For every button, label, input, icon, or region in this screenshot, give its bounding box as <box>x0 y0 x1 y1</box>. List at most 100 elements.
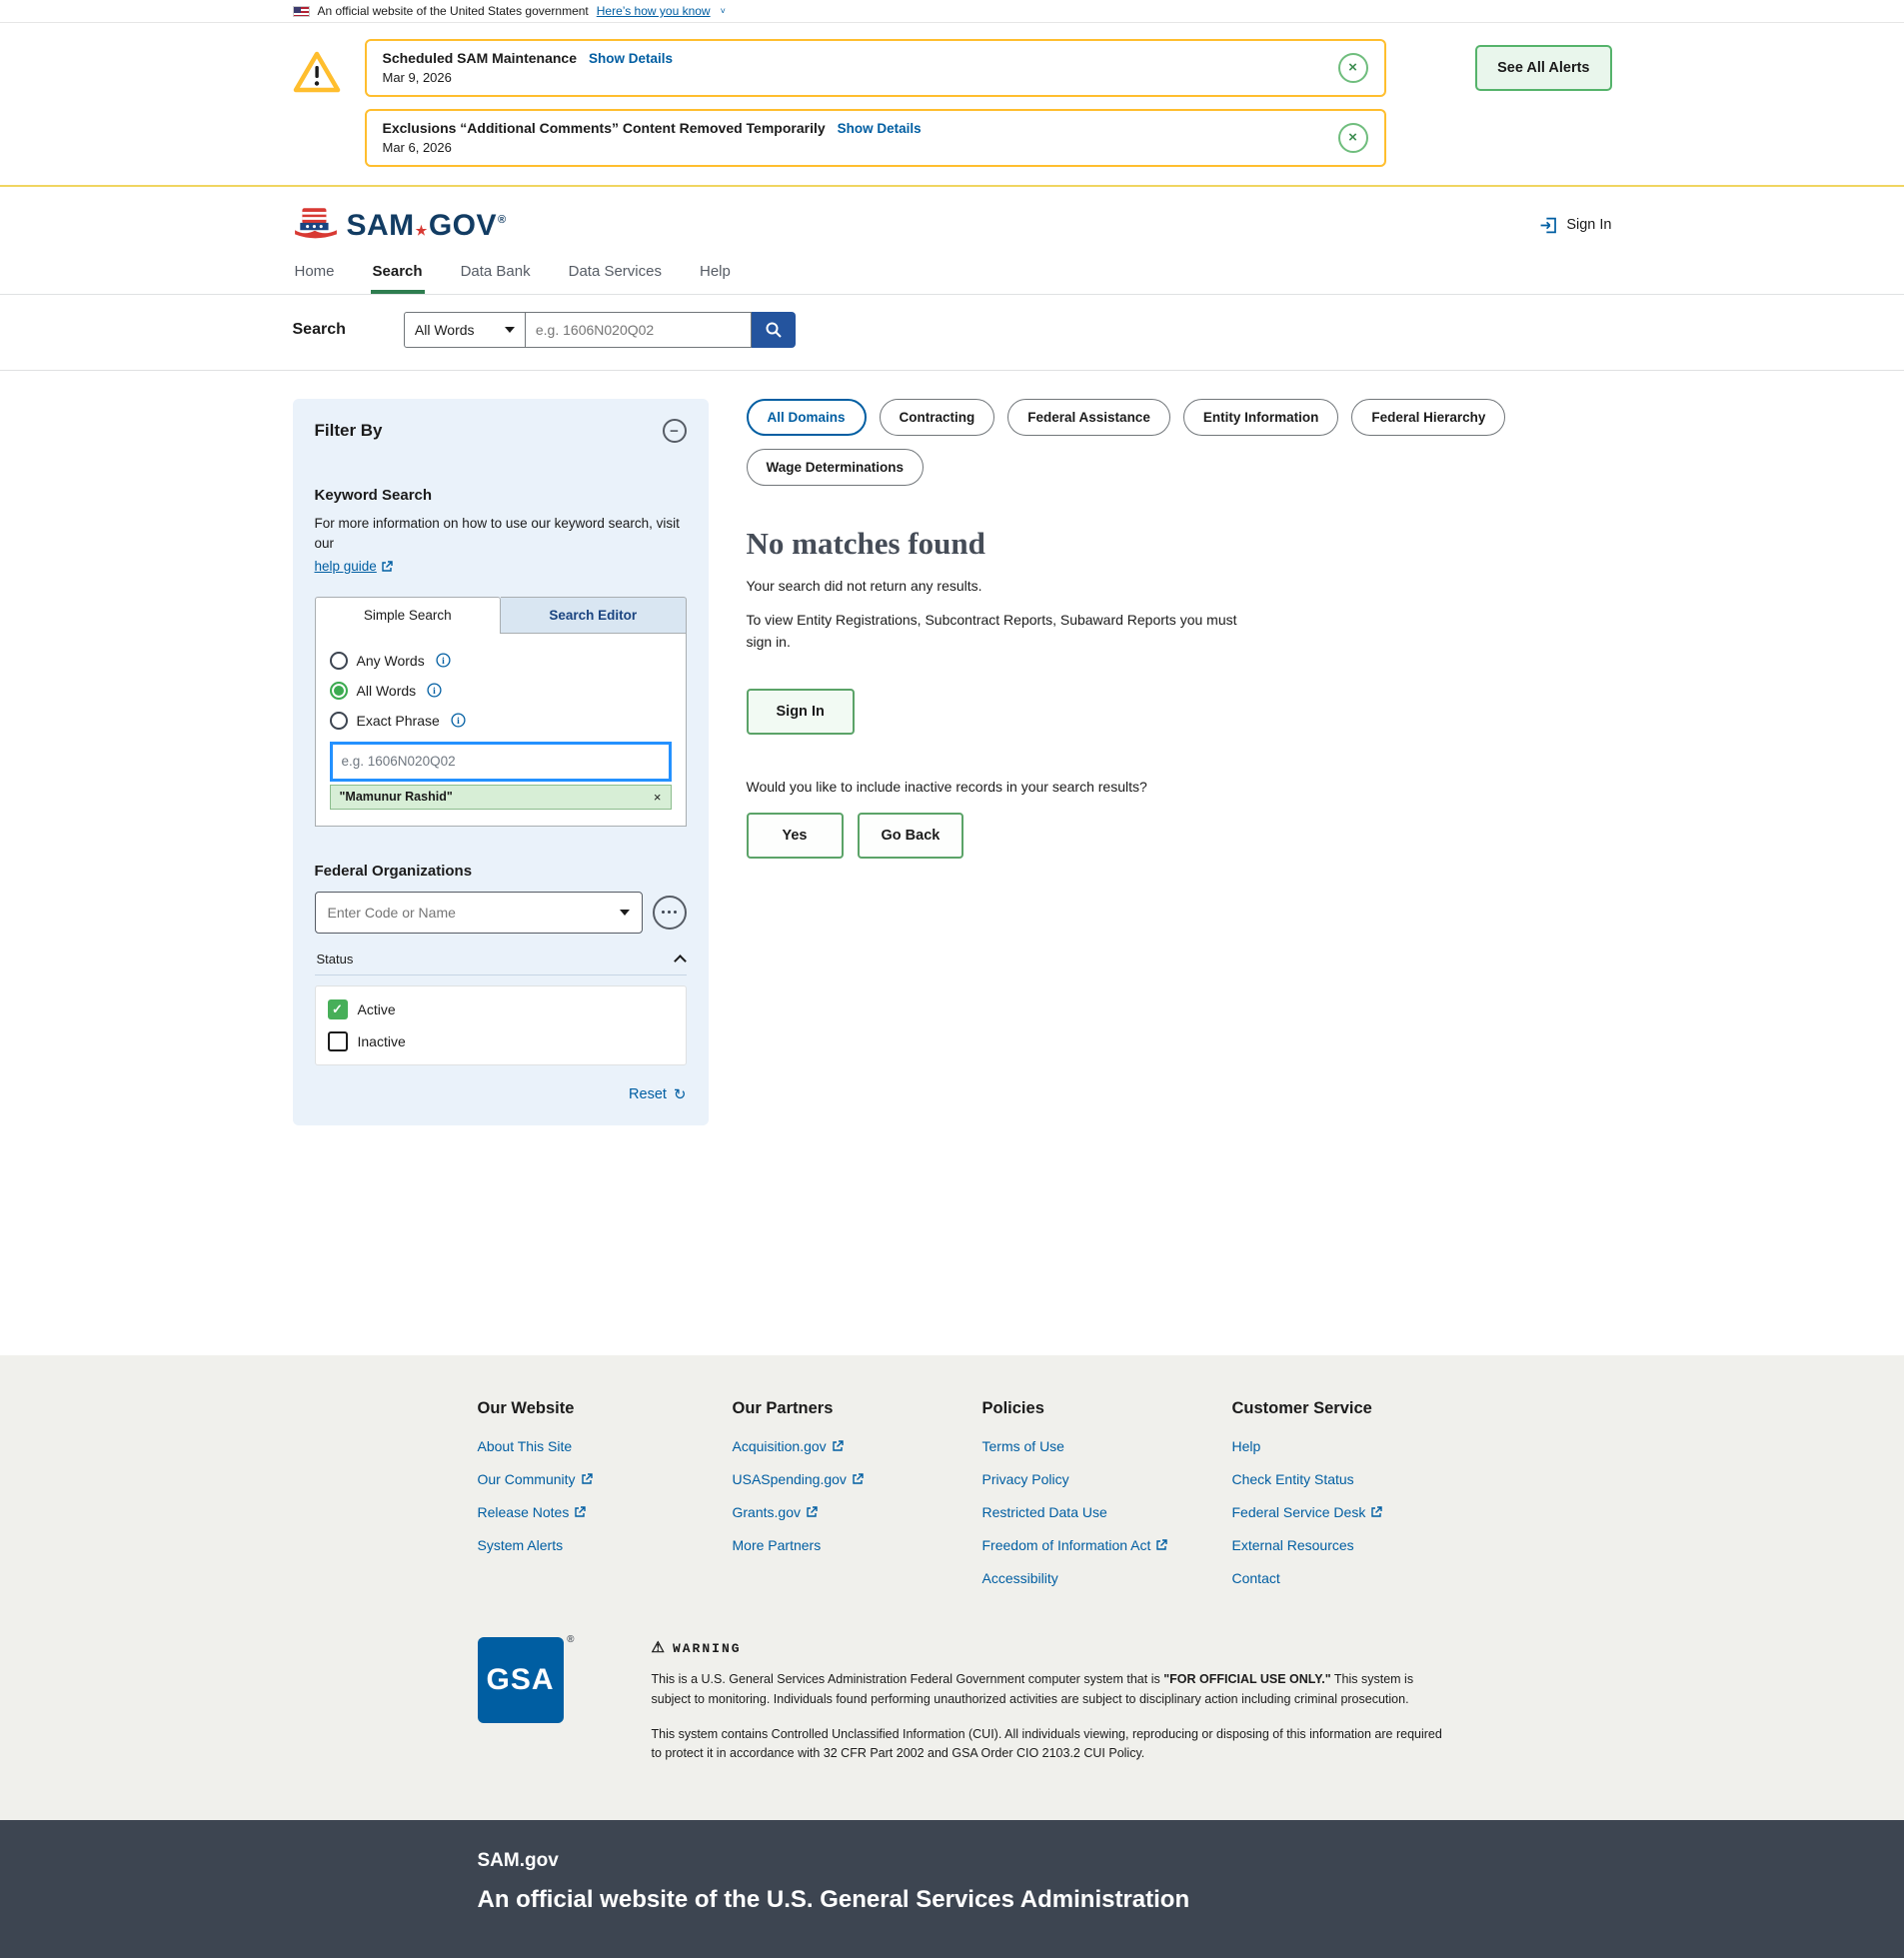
status-options: ✓ Active Inactive <box>315 985 687 1065</box>
footer-official-statement: An official website of the U.S. General … <box>478 1886 1612 1914</box>
keyword-tag-label: "Mamunur Rashid" <box>340 790 453 804</box>
federal-organizations-select[interactable]: Enter Code or Name <box>315 892 643 934</box>
footer-link-foia[interactable]: Freedom of Information Act <box>982 1537 1232 1553</box>
uncle-sam-hat-icon <box>293 207 339 243</box>
footer-link-federal-service-desk[interactable]: Federal Service Desk <box>1232 1504 1612 1520</box>
collapse-filters-button[interactable]: − <box>663 419 687 443</box>
info-icon[interactable]: i <box>451 713 466 728</box>
main-content: Filter By − Keyword Search For more info… <box>293 371 1612 1355</box>
footer-link-acquisition-gov[interactable]: Acquisition.gov <box>733 1438 982 1454</box>
footer-link-restricted-data-use[interactable]: Restricted Data Use <box>982 1504 1232 1520</box>
external-link-icon <box>381 561 393 573</box>
radio-icon <box>330 712 348 730</box>
footer-link-contact[interactable]: Contact <box>1232 1570 1612 1586</box>
go-back-button[interactable]: Go Back <box>858 813 964 859</box>
info-icon[interactable]: i <box>427 683 442 698</box>
close-alert-button[interactable]: × <box>1338 53 1368 83</box>
domain-pill-entity-information[interactable]: Entity Information <box>1183 399 1339 436</box>
footer-link-terms-of-use[interactable]: Terms of Use <box>982 1438 1232 1454</box>
search-band-label: Search <box>293 321 346 339</box>
domain-pill-federal-hierarchy[interactable]: Federal Hierarchy <box>1351 399 1505 436</box>
footer-link-usaspending-gov[interactable]: USASpending.gov <box>733 1471 982 1487</box>
gsa-logo: GSA ® <box>478 1637 564 1723</box>
footer-link-accessibility[interactable]: Accessibility <box>982 1570 1232 1586</box>
footer-column-heading: Our Website <box>478 1399 733 1418</box>
domain-pill-federal-assistance[interactable]: Federal Assistance <box>1007 399 1170 436</box>
radio-exact-phrase[interactable]: Exact Phrase i <box>330 712 672 730</box>
alert-date: Mar 6, 2026 <box>383 140 922 155</box>
radio-all-words[interactable]: All Words i <box>330 682 672 700</box>
search-icon <box>765 321 783 339</box>
footer-link-our-community[interactable]: Our Community <box>478 1471 733 1487</box>
reset-filters-link[interactable]: Reset <box>629 1086 667 1102</box>
include-inactive-question: Would you like to include inactive recor… <box>747 779 1612 795</box>
keyword-search-card: Any Words i All Words i Exact Phrase <box>315 634 687 827</box>
keyword-search-tabs: Simple Search Search Editor <box>315 597 687 634</box>
status-active-option[interactable]: ✓ Active <box>328 999 674 1019</box>
see-all-alerts-button[interactable]: See All Alerts <box>1475 45 1611 91</box>
nav-item-help[interactable]: Help <box>698 257 733 294</box>
alert-item: Scheduled SAM Maintenance Show Details M… <box>365 39 1386 97</box>
nav-item-data-services[interactable]: Data Services <box>567 257 664 294</box>
footer-link-release-notes[interactable]: Release Notes <box>478 1504 733 1520</box>
system-warning: ⚠ WARNING This is a U.S. General Service… <box>652 1637 1451 1764</box>
show-details-link[interactable]: Show Details <box>589 51 673 66</box>
chevron-down-icon: ˅ <box>721 6 726 16</box>
brand-sam: SAM <box>347 209 415 243</box>
header-sign-in-link[interactable]: Sign In <box>1539 216 1611 235</box>
footer-link-system-alerts[interactable]: System Alerts <box>478 1537 733 1553</box>
footer-link-check-entity-status[interactable]: Check Entity Status <box>1232 1471 1612 1487</box>
how-you-know-link[interactable]: Here’s how you know <box>597 4 711 18</box>
keyword-search-input[interactable] <box>330 742 672 782</box>
sam-gov-logo[interactable]: SAM★GOV® <box>293 207 507 243</box>
warning-triangle-icon <box>293 51 341 93</box>
footer-link-help[interactable]: Help <box>1232 1438 1612 1454</box>
search-band: Search All Words <box>0 295 1904 371</box>
tab-simple-search[interactable]: Simple Search <box>315 597 502 634</box>
global-search-input[interactable] <box>526 312 752 348</box>
filter-panel: Filter By − Keyword Search For more info… <box>293 399 709 1125</box>
nav-item-search[interactable]: Search <box>371 257 425 294</box>
sign-in-label: Sign In <box>1566 217 1611 233</box>
footer-link-privacy-policy[interactable]: Privacy Policy <box>982 1471 1232 1487</box>
radio-any-words[interactable]: Any Words i <box>330 652 672 670</box>
domain-pill-all-domains[interactable]: All Domains <box>747 399 867 436</box>
radio-icon <box>330 652 348 670</box>
radio-selected-icon <box>330 682 348 700</box>
external-link-icon <box>852 1473 864 1485</box>
remove-keyword-tag-button[interactable]: × <box>654 790 662 805</box>
svg-text:i: i <box>442 657 445 667</box>
status-inactive-label: Inactive <box>358 1033 406 1049</box>
external-link-icon <box>581 1473 593 1485</box>
search-submit-button[interactable] <box>752 312 796 348</box>
more-options-button[interactable] <box>653 896 687 930</box>
radio-exact-phrase-label: Exact Phrase <box>357 713 440 729</box>
domain-pill-wage-determinations[interactable]: Wage Determinations <box>747 449 925 486</box>
domain-pill-contracting[interactable]: Contracting <box>880 399 995 436</box>
search-mode-select[interactable]: All Words <box>404 312 526 348</box>
help-guide-link[interactable]: help guide <box>315 557 393 577</box>
info-icon[interactable]: i <box>436 653 451 668</box>
results-sign-in-button[interactable]: Sign In <box>747 689 855 735</box>
search-mode-value: All Words <box>415 322 475 338</box>
nav-item-data-bank[interactable]: Data Bank <box>459 257 533 294</box>
svg-text:i: i <box>457 717 460 727</box>
status-inactive-option[interactable]: Inactive <box>328 1031 674 1051</box>
keyword-search-heading: Keyword Search <box>315 487 687 504</box>
footer-link-about-this-site[interactable]: About This Site <box>478 1438 733 1454</box>
status-heading: Status <box>317 952 354 967</box>
yes-button[interactable]: Yes <box>747 813 844 859</box>
nav-item-home[interactable]: Home <box>293 257 337 294</box>
footer-link-more-partners[interactable]: More Partners <box>733 1537 982 1553</box>
footer-link-external-resources[interactable]: External Resources <box>1232 1537 1612 1553</box>
status-section-toggle[interactable]: Status <box>315 952 687 976</box>
tab-search-editor[interactable]: Search Editor <box>501 597 687 634</box>
warning-title: WARNING <box>673 1639 742 1659</box>
site-footer: Our Website About This Site Our Communit… <box>0 1355 1904 1820</box>
footer-link-grants-gov[interactable]: Grants.gov <box>733 1504 982 1520</box>
close-alert-button[interactable]: × <box>1338 123 1368 153</box>
alert-date: Mar 9, 2026 <box>383 70 674 85</box>
close-icon: × <box>654 790 662 805</box>
warning-paragraph-2: This system contains Controlled Unclassi… <box>652 1725 1451 1764</box>
show-details-link[interactable]: Show Details <box>838 121 922 136</box>
